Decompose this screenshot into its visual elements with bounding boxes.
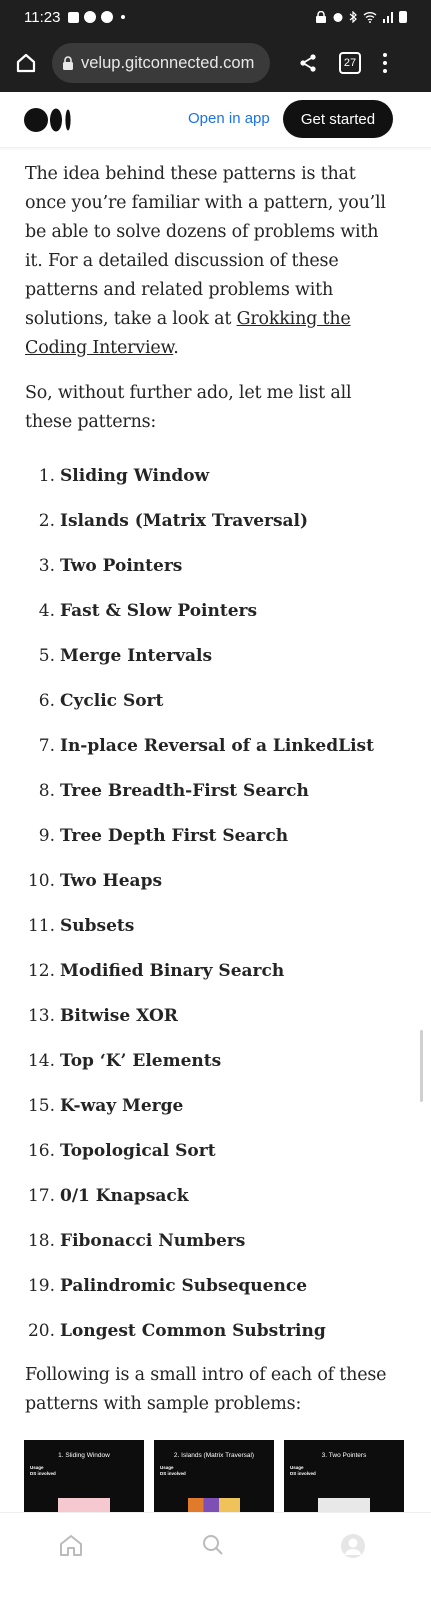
- whatsapp-notification-icon: [84, 11, 97, 23]
- list-item: 11. Subsets: [27, 915, 135, 936]
- get-started-button[interactable]: Get started: [283, 100, 393, 138]
- thumbnail-illustration: [318, 1498, 370, 1512]
- search-icon[interactable]: [201, 1533, 225, 1557]
- status-time: 11:23: [24, 8, 61, 26]
- gallery-notification-icon: [68, 11, 80, 23]
- address-bar[interactable]: velup.gitconnected.com: [52, 43, 270, 83]
- home-icon: [16, 53, 36, 73]
- share-icon: [300, 54, 316, 72]
- overflow-menu-icon[interactable]: [383, 53, 387, 73]
- list-item: 3. Two Pointers: [38, 555, 183, 576]
- medium-logo-icon[interactable]: [24, 108, 74, 132]
- list-item: 20. Longest Common Substring: [27, 1320, 326, 1341]
- list-item: 4. Fast & Slow Pointers: [38, 600, 258, 621]
- more-notifications-icon: [121, 15, 126, 19]
- article-body: The idea behind these patterns is that o…: [25, 160, 395, 1419]
- alarm-icon: [333, 13, 343, 22]
- url-text: velup.gitconnected.com: [81, 53, 255, 72]
- tab-switcher-button[interactable]: 27: [339, 52, 361, 74]
- thumbnail-illustration: [188, 1498, 240, 1512]
- home-nav-icon[interactable]: [58, 1533, 84, 1557]
- thumbnail-text: Usage DS involved: [290, 1465, 316, 1476]
- intro-paragraph: The idea behind these patterns is that o…: [25, 160, 395, 363]
- list-item: 12. Modified Binary Search: [27, 960, 285, 981]
- open-in-app-link[interactable]: Open in app: [188, 110, 270, 127]
- pattern-list: 1. Sliding Window 2. Islands (Matrix Trave…: [25, 453, 395, 1353]
- lock-icon: [62, 56, 74, 70]
- list-item: 6. Cyclic Sort: [38, 690, 164, 711]
- list-item: 19. Palindromic Subsequence: [27, 1275, 308, 1296]
- thumbnail-islands[interactable]: 2. Islands (Matrix Traversal) Usage DS in…: [154, 1440, 274, 1512]
- list-item: 18. Fibonacci Numbers: [27, 1230, 246, 1251]
- page-scrollbar[interactable]: [420, 1030, 423, 1102]
- battery-icon: [399, 11, 407, 23]
- thumbnail-title: 1. Sliding Window: [58, 1452, 110, 1459]
- home-button[interactable]: [0, 34, 52, 92]
- notification-icons: [68, 11, 126, 23]
- list-item: 2. Islands (Matrix Traversal): [38, 510, 309, 531]
- list-item: 10. Two Heaps: [27, 870, 163, 891]
- bluetooth-icon: [349, 11, 357, 23]
- list-item: 1. Sliding Window: [38, 465, 210, 486]
- lock-status-icon: [316, 11, 326, 23]
- list-item: 8. Tree Breadth-First Search: [38, 780, 309, 801]
- list-item: 14. Top ‘K’ Elements: [27, 1050, 222, 1071]
- browser-toolbar: velup.gitconnected.com 27: [0, 34, 431, 92]
- pattern-thumbnails: 1. Sliding Window Usage DS involved 2. Is…: [24, 1440, 404, 1512]
- list-item: 15. K-way Merge: [27, 1095, 184, 1116]
- thumbnail-two-pointers[interactable]: 3. Two Pointers Usage DS involved: [284, 1440, 404, 1512]
- thumbnail-title: 2. Islands (Matrix Traversal): [173, 1452, 255, 1459]
- list-item: 13. Bitwise XOR: [27, 1005, 178, 1026]
- list-item: 17. 0/1 Knapsack: [27, 1185, 189, 1206]
- signal-icon: [383, 12, 393, 23]
- thumbnail-illustration: [58, 1498, 110, 1512]
- chat-notification-icon: [101, 11, 114, 23]
- system-icons: [315, 11, 407, 23]
- thumbnail-text: Usage DS involved: [30, 1465, 56, 1476]
- wifi-icon: [363, 12, 377, 23]
- bottom-navigation: [0, 1512, 431, 1599]
- thumbnail-text: Usage DS involved: [160, 1465, 186, 1476]
- intro-text: The idea behind these patterns is that o…: [25, 164, 386, 329]
- list-item: 5. Merge Intervals: [38, 645, 213, 666]
- profile-avatar-icon[interactable]: [340, 1533, 366, 1559]
- list-item: 9. Tree Depth First Search: [38, 825, 289, 846]
- share-button[interactable]: [294, 48, 322, 78]
- thumbnail-title: 3. Two Pointers: [321, 1452, 367, 1459]
- outro-paragraph: Following is a small intro of each of th…: [25, 1365, 387, 1414]
- thumbnail-sliding-window[interactable]: 1. Sliding Window Usage DS involved: [24, 1440, 144, 1512]
- list-item: 16. Topological Sort: [27, 1140, 216, 1161]
- list-item: 7. In-place Reversal of a LinkedList: [38, 735, 374, 756]
- status-bar: 11:23: [0, 0, 431, 34]
- site-header: Open in app Get started: [0, 92, 431, 148]
- intro-end: .: [173, 338, 179, 358]
- lead-paragraph: So, without further ado, let me list all…: [25, 383, 352, 432]
